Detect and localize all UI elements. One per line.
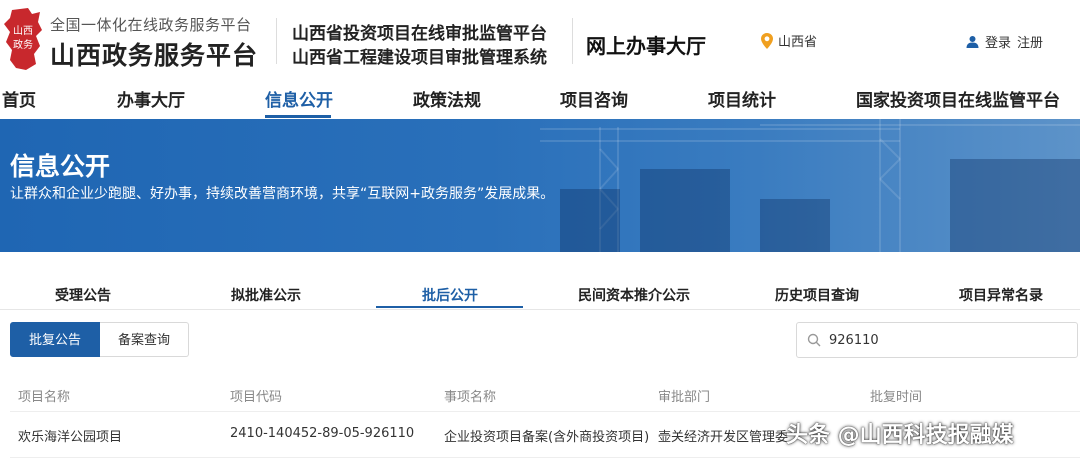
- cell-project-code: 2410-140452-89-05-926110: [230, 426, 415, 441]
- nav-active-indicator: [265, 115, 331, 118]
- cell-approval-dept: 壶关经济开发区管理委: [658, 430, 789, 445]
- table-header: 项目名称 项目代码 事项名称 审批部门 批复时间: [10, 380, 1080, 412]
- tab-abnormal-list[interactable]: 项目异常名录: [959, 285, 1043, 305]
- main-nav: 首页 办事大厅 信息公开 政策法规 项目咨询 项目统计 国家投资项目在线监管平台: [0, 76, 1080, 119]
- tab-history-query[interactable]: 历史项目查询: [775, 285, 859, 305]
- system-name-1: 山西省投资项目在线审批监管平台: [292, 24, 547, 44]
- shanxi-logo-icon[interactable]: 山西 政务: [2, 6, 44, 72]
- user-icon: [966, 36, 979, 48]
- header-divider: [276, 18, 277, 64]
- banner-subtitle: 让群众和企业少跑腿、好办事，持续改善营商环境，共享“互联网+政务服务”发展成果。: [10, 186, 555, 202]
- tab-acceptance-notice[interactable]: 受理公告: [55, 285, 111, 305]
- svg-text:政务: 政务: [13, 38, 33, 51]
- record-type-toggle: 批复公告 备案查询: [10, 322, 190, 357]
- col-approval-dept: 审批部门: [658, 390, 711, 405]
- nav-statistics[interactable]: 项目统计: [708, 86, 776, 111]
- tab-private-capital[interactable]: 民间资本推介公示: [578, 285, 690, 305]
- col-item-name: 事项名称: [444, 390, 497, 405]
- hall-title: 网上办事大厅: [586, 34, 706, 58]
- search-input[interactable]: [829, 332, 1059, 348]
- disclosure-tabs: 受理公告 拟批准公示 批后公开 民间资本推介公示 历史项目查询 项目异常名录: [0, 268, 1080, 310]
- banner-title: 信息公开: [10, 152, 111, 181]
- map-pin-icon: [761, 32, 773, 49]
- nav-info-disclosure[interactable]: 信息公开: [265, 86, 333, 111]
- login-link[interactable]: 登录: [985, 32, 1011, 51]
- col-approval-time: 批复时间: [870, 390, 923, 405]
- user-actions: 登录 注册: [966, 32, 1043, 51]
- site-header: 山西 政务 全国一体化在线政务服务平台 山西政务服务平台 山西省投资项目在线审批…: [0, 0, 1080, 76]
- cell-project-name[interactable]: 欢乐海洋公园项目: [18, 426, 122, 445]
- filing-query-button[interactable]: 备案查询: [100, 322, 190, 357]
- location-label: 山西省: [778, 35, 818, 50]
- nav-policies[interactable]: 政策法规: [413, 86, 481, 111]
- nav-home[interactable]: 首页: [2, 86, 36, 111]
- search-box: [796, 322, 1078, 358]
- tab-active-indicator: [376, 306, 523, 308]
- nav-service-hall[interactable]: 办事大厅: [117, 86, 185, 111]
- system-name-2: 山西省工程建设项目审批管理系统: [292, 48, 547, 68]
- cell-item-name: 企业投资项目备案(含外商投资项目): [444, 430, 650, 445]
- hero-banner: 信息公开 让群众和企业少跑腿、好办事，持续改善营商环境，共享“互联网+政务服务”…: [0, 119, 1080, 252]
- nav-consult[interactable]: 项目咨询: [560, 86, 628, 111]
- svg-text:山西: 山西: [13, 25, 33, 37]
- nav-national-platform[interactable]: 国家投资项目在线监管平台: [856, 86, 1060, 111]
- approval-notice-button[interactable]: 批复公告: [10, 322, 101, 357]
- logo-subtitle: 全国一体化在线政务服务平台: [50, 16, 252, 34]
- search-icon[interactable]: [807, 333, 821, 347]
- logo-title[interactable]: 山西政务服务平台: [50, 36, 258, 72]
- tab-pre-approval-notice[interactable]: 拟批准公示: [231, 285, 301, 305]
- col-project-name: 项目名称: [18, 390, 71, 405]
- register-link[interactable]: 注册: [1017, 32, 1043, 51]
- header-divider: [572, 18, 573, 64]
- location-selector[interactable]: 山西省: [760, 31, 817, 50]
- watermark: 头条 @山西科技报融媒: [786, 423, 1014, 448]
- tab-post-approval[interactable]: 批后公开: [422, 285, 478, 305]
- col-project-code: 项目代码: [230, 390, 283, 405]
